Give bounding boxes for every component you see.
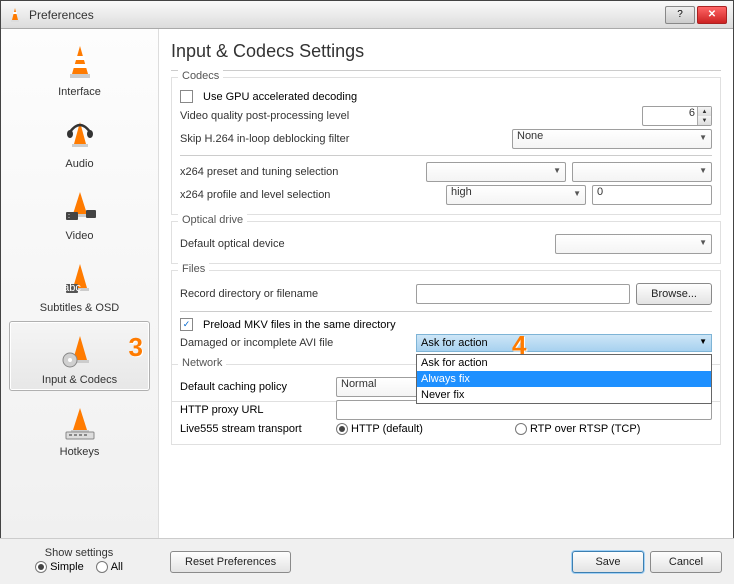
app-icon [7,7,23,23]
reset-button[interactable]: Reset Preferences [170,551,291,573]
optical-default-select[interactable] [555,234,712,254]
browse-button[interactable]: Browse... [636,283,712,305]
titlebar: Preferences ? ✕ [1,1,733,29]
divider [171,70,721,71]
all-radio[interactable]: All [96,561,123,573]
cone-keyboard-icon [58,400,102,444]
group-title: Files [178,263,209,275]
x264-level-input[interactable]: 0 [592,185,712,205]
x264-profile-label: x264 profile and level selection [180,189,410,201]
sidebar-item-hotkeys[interactable]: Hotkeys [9,393,150,463]
vq-value: 6 [689,107,695,119]
group-title: Network [178,357,226,369]
sidebar-item-audio[interactable]: Audio [9,105,150,175]
annotation-3: 3 [129,332,143,363]
sidebar-item-interface[interactable]: Interface [9,33,150,103]
skip-select[interactable]: None [512,129,712,149]
window-body: Interface Audio Video abc Subtitles & OS… [1,29,733,583]
preload-checkbox[interactable]: ✓ [180,318,193,331]
optical-group: Optical drive Default optical device [171,221,721,264]
show-settings: Show settings Simple All [0,547,158,577]
content-area: Input & Codecs Settings Codecs Use GPU a… [159,29,733,583]
show-settings-title: Show settings [45,547,113,559]
spin-up[interactable]: ▲ [698,107,711,116]
sidebar: Interface Audio Video abc Subtitles & OS… [1,29,159,583]
sidebar-item-label: Video [66,230,94,242]
record-label: Record directory or filename [180,288,410,300]
sidebar-item-label: Interface [58,86,101,98]
sidebar-item-video[interactable]: Video [9,177,150,247]
skip-label: Skip H.264 in-loop deblocking filter [180,133,410,145]
gpu-label: Use GPU accelerated decoding [203,91,357,103]
bottom-bar: Show settings Simple All Reset Preferenc… [0,538,734,584]
http-radio[interactable]: HTTP (default) [336,423,423,435]
preferences-window: Preferences ? ✕ Interface Audio Video ab… [0,0,734,584]
cone-icon [58,40,102,84]
sidebar-item-label: Hotkeys [60,446,100,458]
sidebar-item-label: Input & Codecs [42,374,117,386]
window-title: Preferences [29,8,665,22]
cancel-button[interactable]: Cancel [650,551,722,573]
codecs-group: Codecs Use GPU accelerated decoding Vide… [171,77,721,215]
sidebar-item-subtitles[interactable]: abc Subtitles & OSD [9,249,150,319]
preload-label: Preload MKV files in the same directory [203,319,396,331]
cone-film-icon [58,184,102,228]
cache-label: Default caching policy [180,381,330,393]
vq-label: Video quality post-processing level [180,110,410,122]
optical-default-label: Default optical device [180,238,410,250]
help-button[interactable]: ? [665,6,695,24]
avi-option-always-fix[interactable]: Always fix [417,371,711,387]
rtp-radio[interactable]: RTP over RTSP (TCP) [515,423,640,435]
proxy-label: HTTP proxy URL [180,404,330,416]
x264-preset-label: x264 preset and tuning selection [180,166,410,178]
avi-select[interactable]: Ask for action ▼ [416,334,712,352]
avi-option-never-fix[interactable]: Never fix [417,387,711,403]
sidebar-item-label: Audio [65,158,93,170]
group-title: Optical drive [178,214,247,226]
simple-radio[interactable]: Simple [35,561,84,573]
cone-subtitles-icon: abc [58,256,102,300]
avi-option-ask[interactable]: Ask for action [417,355,711,371]
cone-disc-icon [58,328,102,372]
gpu-checkbox[interactable] [180,90,193,103]
live555-label: Live555 stream transport [180,423,330,435]
record-input[interactable] [416,284,630,304]
x264-preset-select[interactable] [426,162,566,182]
vq-spinbox[interactable]: 6 ▲▼ [642,106,712,126]
sidebar-item-input-codecs[interactable]: Input & Codecs 3 [9,321,150,391]
group-title: Codecs [178,70,223,82]
svg-text:abc: abc [63,282,81,294]
page-title: Input & Codecs Settings [171,41,721,62]
x264-profile-select[interactable]: high [446,185,586,205]
avi-label: Damaged or incomplete AVI file [180,337,410,349]
avi-dropdown-list: Ask for action Always fix Never fix [416,354,712,404]
x264-tuning-select[interactable] [572,162,712,182]
save-button[interactable]: Save [572,551,644,573]
close-button[interactable]: ✕ [697,6,727,24]
spin-down[interactable]: ▼ [698,116,711,125]
cone-headphones-icon [58,112,102,156]
sidebar-item-label: Subtitles & OSD [40,302,119,314]
